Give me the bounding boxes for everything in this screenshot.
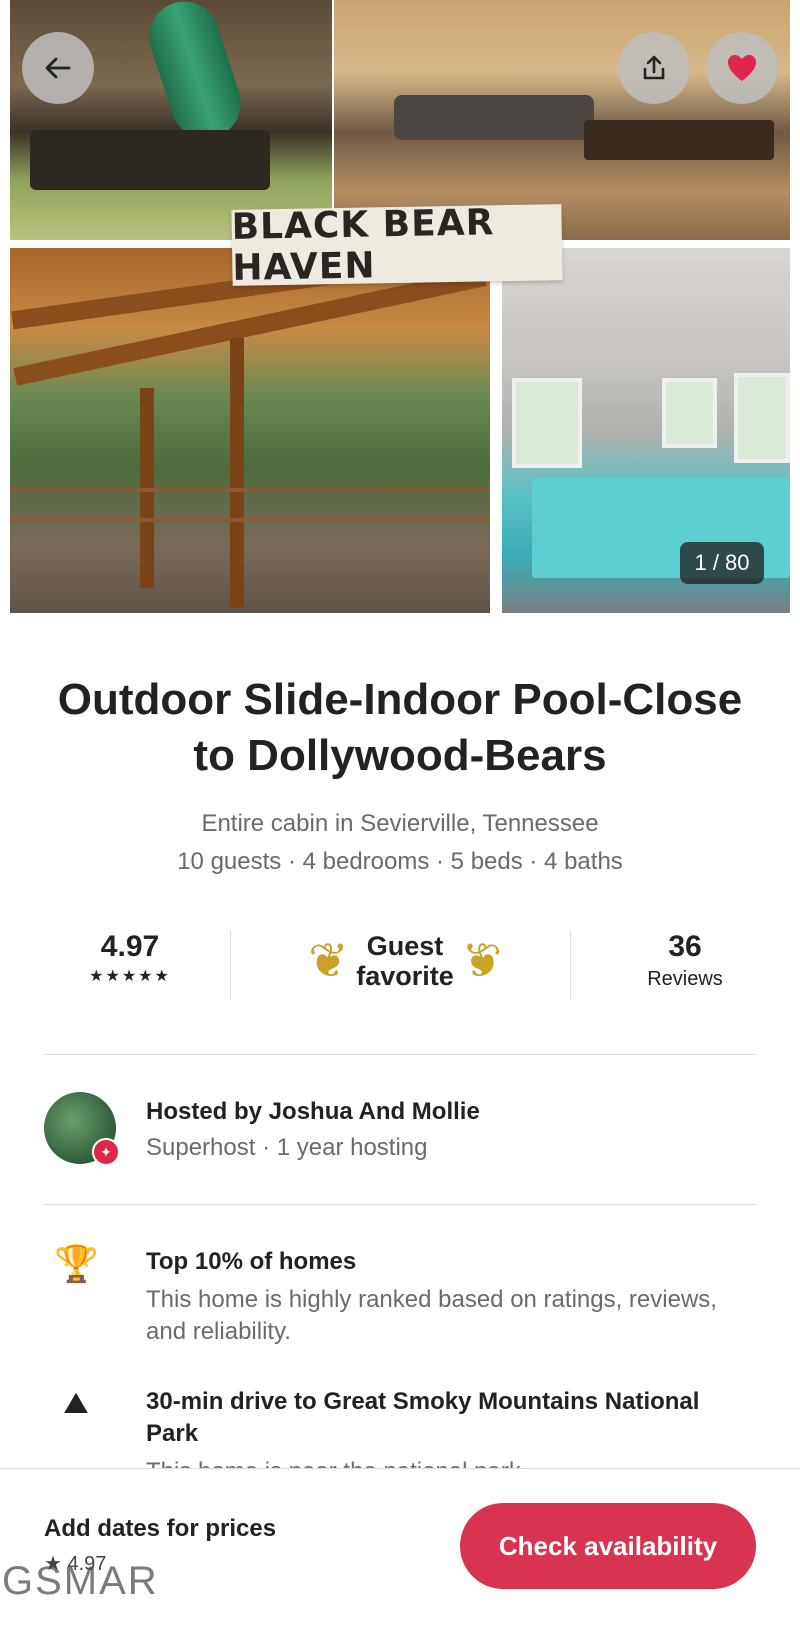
back-button[interactable] [22,32,94,104]
check-availability-button[interactable]: Check availability [460,1503,756,1589]
section-divider [44,1204,756,1205]
feature-description: This home is highly ranked based on rati… [146,1286,717,1345]
rating-summary: 4.97 ★★★★★ [70,930,190,986]
laurel-left-icon: ❦ [308,935,349,988]
heart-icon [728,55,756,81]
feature-national-park: ⛰ 30-min drive to Great Smoky Mountains … [44,1382,756,1468]
slide-graphic [140,0,250,148]
sofa-graphic [394,95,594,140]
feature-title: 30-min drive to Great Smoky Mountains Na… [146,1388,700,1447]
watermark: GSMAR [2,1559,159,1603]
porch-rail [10,518,490,522]
photo-porch[interactable] [10,248,490,613]
porch-rail [10,488,490,492]
listing-title: Outdoor Slide-Indoor Pool-Close to Dolly… [57,675,743,780]
window-graphic [734,373,790,463]
listing-specs: 10 guests · 4 bedrooms · 5 beds · 4 bath… [177,848,623,875]
property-name-sign: BLACK BEAR HAVEN [231,202,563,289]
guest-favorite-label: Guest favorite [348,931,462,991]
stats-divider [570,930,571,1000]
share-icon [643,55,665,80]
guest-favorite-line1: Guest [366,931,444,961]
host-meta: Superhost · 1 year hosting [146,1134,428,1161]
listing-stats: 4.97 ★★★★★ ❦ Guest favorite ❦ 36 Reviews [40,920,760,1020]
feature-title: Top 10% of homes [146,1248,357,1275]
reviews-link[interactable]: 36 Reviews [630,930,740,991]
superhost-badge-icon: ✦ [92,1138,120,1166]
mulch-bed-graphic [30,130,270,190]
star-icons: ★★★★★ [89,968,171,985]
photo-gallery[interactable]: BLACK BEAR HAVEN 1 / 80 [0,0,800,660]
window-graphic [512,378,582,468]
favorite-button[interactable] [706,32,778,104]
add-dates-label: Add dates for prices [44,1515,277,1542]
booking-bar: Add dates for prices ★ 4.97 Check availa… [0,1468,800,1651]
dining-table-graphic [584,120,774,160]
section-divider [44,1054,756,1055]
share-button[interactable] [618,32,690,104]
window-graphic [662,378,717,448]
trophy-icon: 🏆 [54,1243,99,1284]
reviews-count: 36 [668,930,702,963]
feature-description: This home is near the national park. [146,1456,746,1468]
porch-post [230,338,244,608]
reviews-label: Reviews [647,968,723,990]
rating-value: 4.97 [100,930,160,963]
feature-top-homes: 🏆 Top 10% of homes This home is highly r… [44,1242,756,1352]
host-name: Hosted by Joshua And Mollie [146,1098,480,1125]
host-section[interactable]: ✦ Hosted by Joshua And Mollie Superhost … [44,1090,756,1170]
arrow-left-icon [45,57,71,79]
listing-location: Entire cabin in Sevierville, Tennessee [201,810,599,837]
guest-favorite-line2: favorite [356,961,454,991]
stats-divider [230,930,231,1000]
hiking-icon: ⛰ [63,1387,89,1420]
photo-counter: 1 / 80 [680,542,764,584]
laurel-right-icon: ❦ [461,935,502,988]
guest-favorite-badge[interactable]: ❦ Guest favorite ❦ [300,926,510,996]
